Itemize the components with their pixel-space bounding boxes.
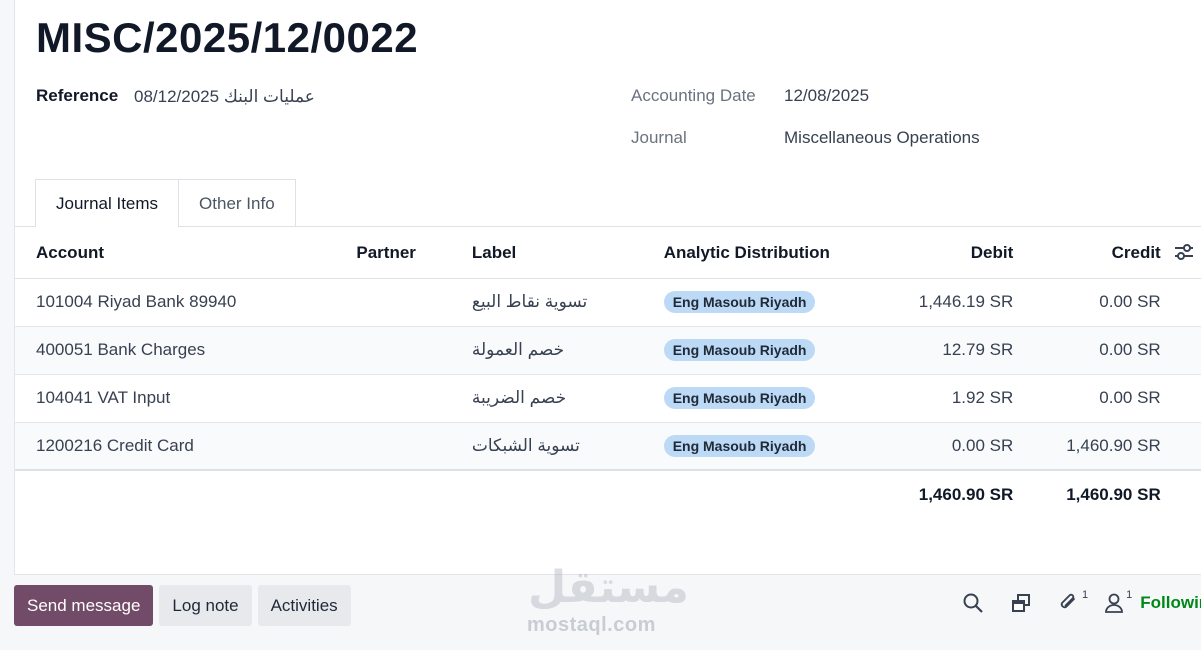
accounting-date-label: Accounting Date xyxy=(631,86,756,105)
followers-button[interactable]: 1 xyxy=(1104,589,1133,614)
total-debit: 1,460.90 SR xyxy=(868,469,1014,518)
accounting-date-field[interactable]: 12/08/2025 xyxy=(784,86,869,106)
cell-account[interactable]: 101004 Riyad Bank 89940 xyxy=(15,278,325,327)
totals-spacer xyxy=(439,469,632,518)
notebook-tabs: Journal Items Other Info xyxy=(35,179,296,228)
followers-count: 1 xyxy=(1126,589,1133,601)
user-icon xyxy=(1105,593,1124,613)
cell-debit[interactable]: 0.00 SR xyxy=(868,422,1014,471)
expand-view-button[interactable] xyxy=(1010,592,1032,614)
watermark-latin: mostaql.com xyxy=(527,614,656,636)
cell-credit[interactable]: 0.00 SR xyxy=(1013,326,1161,375)
attachments-button[interactable]: 1 xyxy=(1058,589,1089,614)
analytic-tag: Eng Masoub Riyadh xyxy=(663,339,816,361)
totals-spacer xyxy=(15,469,325,518)
watermark-arabic: مستقل xyxy=(528,563,689,612)
analytic-tag: Eng Masoub Riyadh xyxy=(663,434,816,457)
cell-spacer xyxy=(1160,422,1201,471)
reference-field[interactable]: عمليات البنك 08/12/2025 xyxy=(134,87,315,107)
cell-partner[interactable] xyxy=(324,374,440,423)
cell-account[interactable]: 1200216 Credit Card xyxy=(15,422,325,471)
cell-label[interactable]: تسوية نقاط البيع xyxy=(439,278,632,327)
cell-partner[interactable] xyxy=(324,278,440,327)
cell-label[interactable]: خصم العمولة xyxy=(439,326,632,375)
cell-credit[interactable]: 1,460.90 SR xyxy=(1013,422,1161,471)
window-restore-icon xyxy=(1012,594,1030,612)
total-credit: 1,460.90 SR xyxy=(1013,469,1161,518)
cell-analytic[interactable]: Eng Masoub Riyadh xyxy=(631,422,869,471)
cell-debit[interactable]: 1,446.19 SR xyxy=(868,278,1014,327)
totals-row: 1,460.90 SR 1,460.90 SR xyxy=(15,469,1201,518)
journal-label: Journal xyxy=(631,128,687,147)
attachments-count: 1 xyxy=(1082,589,1089,601)
cell-account[interactable]: 400051 Bank Charges xyxy=(15,326,325,375)
cell-analytic[interactable]: Eng Masoub Riyadh xyxy=(631,278,869,327)
chatter-buttons: Send message Log note Activities xyxy=(14,585,351,626)
tab-journal-items[interactable]: Journal Items xyxy=(35,179,180,228)
table-row[interactable]: 101004 Riyad Bank 89940 تسوية نقاط البيع… xyxy=(15,278,1201,327)
table-header-row: Account Partner Label Analytic Distribut… xyxy=(15,228,1201,279)
form-sheet: MISC/2025/12/0022 Reference عمليات البنك… xyxy=(14,0,1201,575)
journal-items-table: Account Partner Label Analytic Distribut… xyxy=(15,228,1201,518)
cell-partner[interactable] xyxy=(324,326,440,375)
following-button[interactable]: Following xyxy=(1140,593,1201,613)
cell-spacer xyxy=(1160,374,1201,423)
reference-label: Reference xyxy=(36,86,119,105)
table-row[interactable]: 400051 Bank Charges خصم العمولة Eng Maso… xyxy=(15,326,1201,375)
cell-label[interactable]: تسوية الشبكات xyxy=(439,422,632,471)
search-messages-button[interactable] xyxy=(962,592,984,614)
search-icon xyxy=(963,593,983,613)
activities-button[interactable]: Activities xyxy=(257,585,351,626)
cell-analytic[interactable]: Eng Masoub Riyadh xyxy=(631,326,869,375)
log-note-button[interactable]: Log note xyxy=(159,585,252,626)
totals-spacer xyxy=(1160,469,1201,518)
cell-account[interactable]: 104041 VAT Input xyxy=(15,374,325,423)
chatter-tools: 1 1 Following xyxy=(962,589,1201,614)
totals-spacer xyxy=(631,469,869,518)
cell-analytic[interactable]: Eng Masoub Riyadh xyxy=(631,374,869,423)
analytic-tag: Eng Masoub Riyadh xyxy=(663,387,816,409)
cell-label[interactable]: خصم الضريبة xyxy=(439,374,632,423)
analytic-tag: Eng Masoub Riyadh xyxy=(663,291,816,313)
cell-spacer xyxy=(1160,278,1201,327)
page-title: MISC/2025/12/0022 xyxy=(36,14,419,61)
column-header-account[interactable]: Account xyxy=(15,228,325,279)
tab-divider xyxy=(15,226,1201,227)
tab-other-info[interactable]: Other Info xyxy=(178,179,296,227)
cell-debit[interactable]: 1.92 SR xyxy=(868,374,1014,423)
column-header-label[interactable]: Label xyxy=(439,228,632,279)
column-header-analytic[interactable]: Analytic Distribution xyxy=(631,228,869,279)
cell-spacer xyxy=(1160,326,1201,375)
table-row[interactable]: 104041 VAT Input خصم الضريبة Eng Masoub … xyxy=(15,374,1201,423)
journal-field[interactable]: Miscellaneous Operations xyxy=(784,128,980,148)
cell-credit[interactable]: 0.00 SR xyxy=(1013,374,1161,423)
table-row[interactable]: 1200216 Credit Card تسوية الشبكات Eng Ma… xyxy=(15,422,1201,471)
cell-credit[interactable]: 0.00 SR xyxy=(1013,278,1161,327)
send-message-button[interactable]: Send message xyxy=(14,585,154,626)
optional-columns-settings-icon[interactable] xyxy=(1174,242,1194,262)
cell-partner[interactable] xyxy=(324,422,440,471)
column-header-credit[interactable]: Credit xyxy=(1013,228,1161,279)
paperclip-icon xyxy=(1060,593,1075,609)
cell-debit[interactable]: 12.79 SR xyxy=(868,326,1014,375)
column-header-debit[interactable]: Debit xyxy=(868,228,1014,279)
column-header-partner[interactable]: Partner xyxy=(324,228,440,279)
totals-spacer xyxy=(324,469,440,518)
